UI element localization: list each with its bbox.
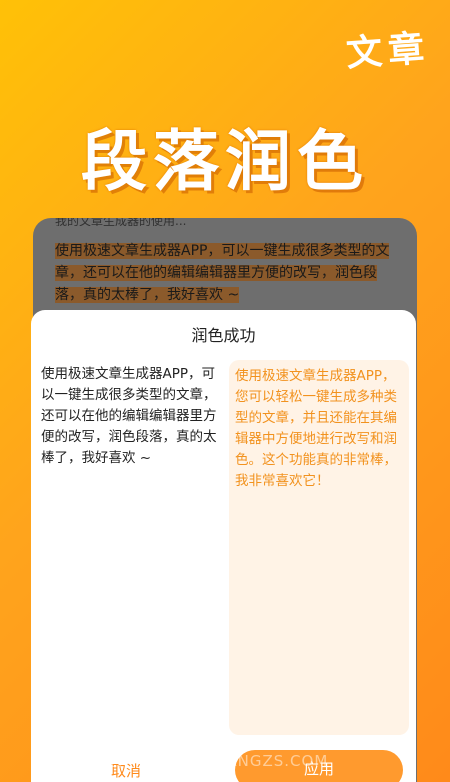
polished-text: 使用极速文章生成器APP，您可以轻松一键生成多种类型的文章，并且还能在其编辑器中… (235, 368, 397, 489)
watermark: 华创应用 • HUACHUANGZS.COM (70, 752, 329, 770)
preview-highlighted-text: 使用极速文章生成器APP，可以一键生成很多类型的文章，还可以在他的编辑编辑器里方… (55, 243, 390, 303)
preview-text: 使用极速文章生成器APP，可以一键生成很多类型的文章，还可以在他的编辑编辑器里方… (55, 240, 395, 306)
dialog-title: 润色成功 (191, 326, 256, 345)
feature-headline: 段落润色 (81, 123, 369, 200)
polished-text-box[interactable]: 使用极速文章生成器APP，您可以轻松一键生成多种类型的文章，并且还能在其编辑器中… (229, 360, 409, 735)
polish-result-dialog: 润色成功 使用极速文章生成器APP，可以一键生成很多类型的文章，还可以在他的编辑… (31, 310, 416, 782)
original-text: 使用极速文章生成器APP，可以一键生成很多类型的文章，还可以在他的编辑编辑器里方… (41, 366, 217, 466)
app-logo: 文章 (344, 27, 432, 75)
preview-cut-line: 我的文章生成器的使用... (55, 218, 187, 226)
